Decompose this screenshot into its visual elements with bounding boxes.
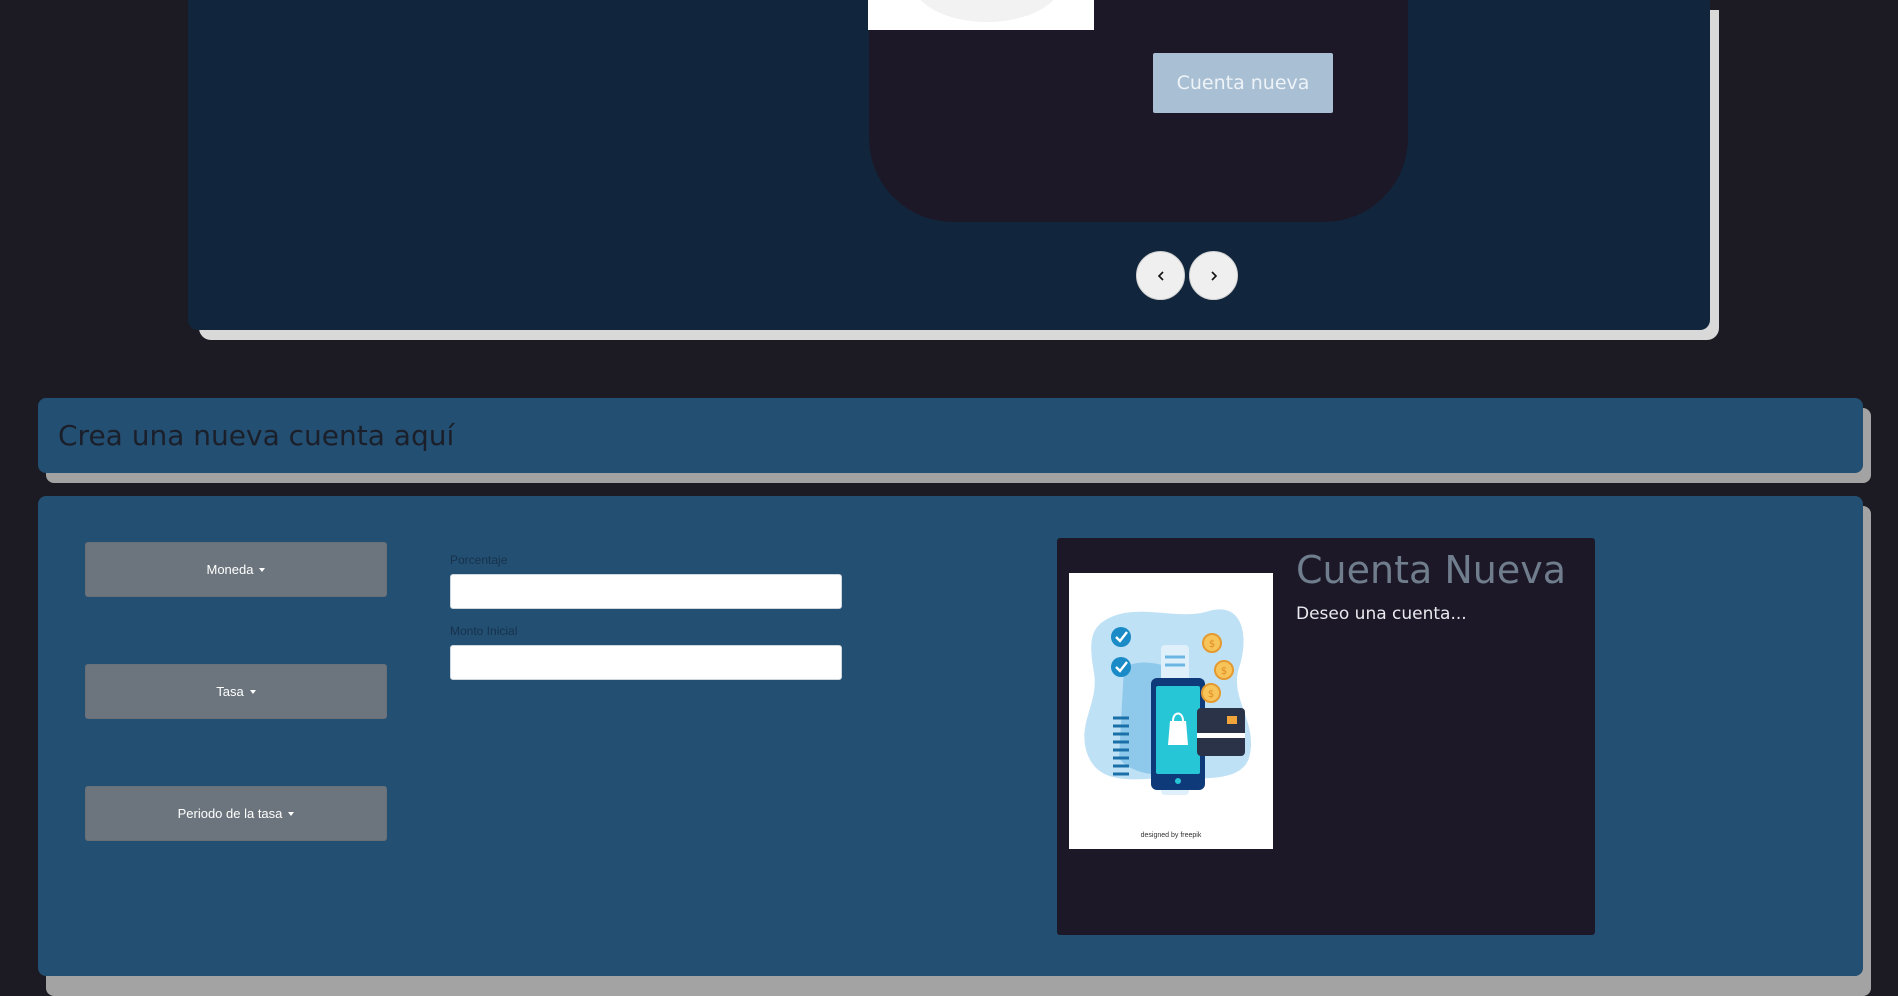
svg-text:$: $ <box>1221 666 1227 677</box>
currency-dropdown-label: Moneda <box>206 562 254 577</box>
create-account-header: Crea una nueva cuenta aquí <box>38 398 1863 473</box>
create-account-form-panel: Moneda Tasa Periodo de la tasa Porcentaj… <box>38 496 1863 976</box>
rate-period-dropdown-label: Periodo de la tasa <box>177 806 283 821</box>
slide-image-graphic <box>912 0 1062 22</box>
image-credit: designed by freepik <box>1140 832 1202 839</box>
svg-text:$: $ <box>1208 689 1214 700</box>
caret-down-icon <box>259 567 266 572</box>
initial-amount-input[interactable] <box>450 645 842 680</box>
initial-amount-label: Monto Inicial <box>450 624 518 638</box>
preview-description: Deseo una cuenta... <box>1296 604 1467 624</box>
account-carousel: Cuenta nueva <box>188 0 1710 330</box>
chevron-right-icon <box>1210 270 1217 281</box>
carousel-prev-button[interactable] <box>1136 251 1185 300</box>
chevron-left-icon <box>1157 270 1164 281</box>
rate-dropdown[interactable]: Tasa <box>85 664 387 719</box>
carousel-next-button[interactable] <box>1189 251 1238 300</box>
svg-text:$: $ <box>1209 639 1215 650</box>
currency-dropdown[interactable]: Moneda <box>85 542 387 597</box>
caret-down-icon <box>288 811 295 816</box>
caret-down-icon <box>249 689 256 694</box>
percentage-label: Porcentaje <box>450 553 508 567</box>
new-account-button[interactable]: Cuenta nueva <box>1153 53 1333 113</box>
account-preview-card: $ $ $ designed by freepik Cuenta Nueva D… <box>1057 538 1595 935</box>
percentage-input[interactable] <box>450 574 842 609</box>
rate-dropdown-label: Tasa <box>216 684 244 699</box>
page-title: Crea una nueva cuenta aquí <box>58 419 455 452</box>
mobile-payment-illustration: $ $ $ <box>1084 609 1252 795</box>
carousel-slide-image <box>868 0 1094 30</box>
rate-period-dropdown[interactable]: Periodo de la tasa <box>85 786 387 841</box>
account-illustration: $ $ $ designed by freepik <box>1069 573 1273 849</box>
preview-title: Cuenta Nueva <box>1296 548 1567 592</box>
